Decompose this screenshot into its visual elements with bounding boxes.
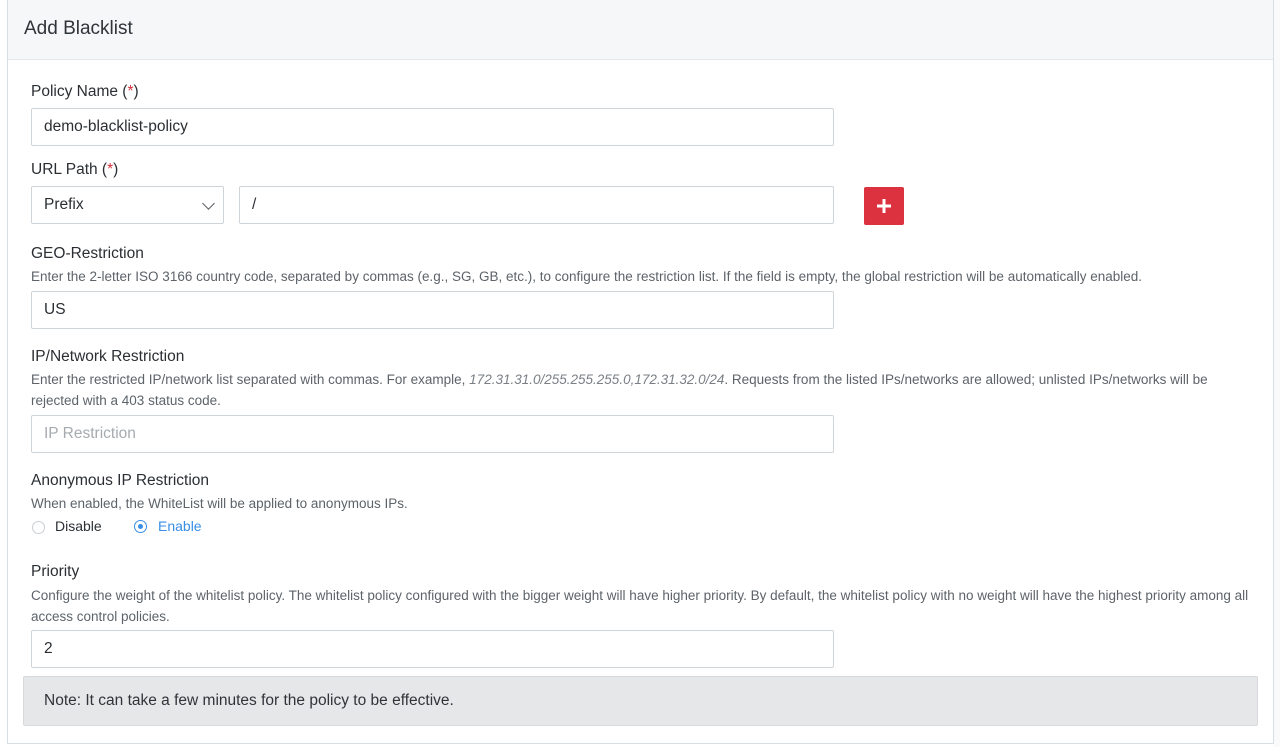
url-match-type-select[interactable]: Prefix xyxy=(31,186,224,224)
priority-label: Priority xyxy=(31,563,80,580)
scrollbar[interactable] xyxy=(1274,0,1280,747)
radio-enable[interactable] xyxy=(134,520,147,533)
url-match-type-value: Prefix xyxy=(44,196,84,213)
policy-name-label: Policy Name (*) xyxy=(31,83,139,101)
radio-enable-label[interactable]: Enable xyxy=(158,518,202,534)
url-path-value: / xyxy=(252,196,257,213)
chevron-down-icon xyxy=(202,197,215,210)
url-path-label-text: URL Path ( xyxy=(31,161,108,178)
ip-restriction-input[interactable]: IP Restriction xyxy=(31,415,834,453)
ip-restriction-label: IP/Network Restriction xyxy=(31,348,185,365)
geo-restriction-value: US xyxy=(44,301,66,318)
url-path-input[interactable]: / xyxy=(239,186,834,224)
anonymous-ip-label: Anonymous IP Restriction xyxy=(31,472,210,489)
ip-description-text: Enter the restricted IP/network list sep… xyxy=(31,372,470,387)
policy-name-input[interactable]: demo-blacklist-policy xyxy=(31,108,834,146)
note-text: Note: It can take a few minutes for the … xyxy=(44,692,454,709)
anonymous-ip-description: When enabled, the WhiteList will be appl… xyxy=(31,496,408,511)
add-url-path-button[interactable] xyxy=(864,187,904,225)
policy-name-label-text: Policy Name ( xyxy=(31,83,128,100)
priority-value: 2 xyxy=(44,640,53,657)
ip-restriction-description: Enter the restricted IP/network list sep… xyxy=(31,369,1253,411)
policy-name-value: demo-blacklist-policy xyxy=(44,118,188,135)
geo-restriction-label: GEO-Restriction xyxy=(31,245,144,262)
radio-disable[interactable] xyxy=(32,521,45,534)
note-banner: Note: It can take a few minutes for the … xyxy=(23,676,1258,726)
radio-disable-label[interactable]: Disable xyxy=(55,518,102,534)
geo-restriction-description: Enter the 2-letter ISO 3166 country code… xyxy=(31,269,1143,284)
geo-restriction-input[interactable]: US xyxy=(31,291,834,329)
url-path-label-end: ) xyxy=(113,161,119,178)
ip-restriction-placeholder: IP Restriction xyxy=(44,425,136,442)
priority-description: Configure the weight of the whitelist po… xyxy=(31,588,1249,624)
priority-input[interactable]: 2 xyxy=(31,630,834,668)
ip-description-example: 172.31.31.0/255.255.255.0,172.31.32.0/24 xyxy=(469,372,725,387)
page-title: Add Blacklist xyxy=(24,18,133,39)
url-path-label: URL Path (*) xyxy=(31,161,118,179)
policy-name-label-end: ) xyxy=(133,83,139,100)
plus-icon xyxy=(877,199,891,213)
panel-header: Add Blacklist xyxy=(8,0,1273,60)
